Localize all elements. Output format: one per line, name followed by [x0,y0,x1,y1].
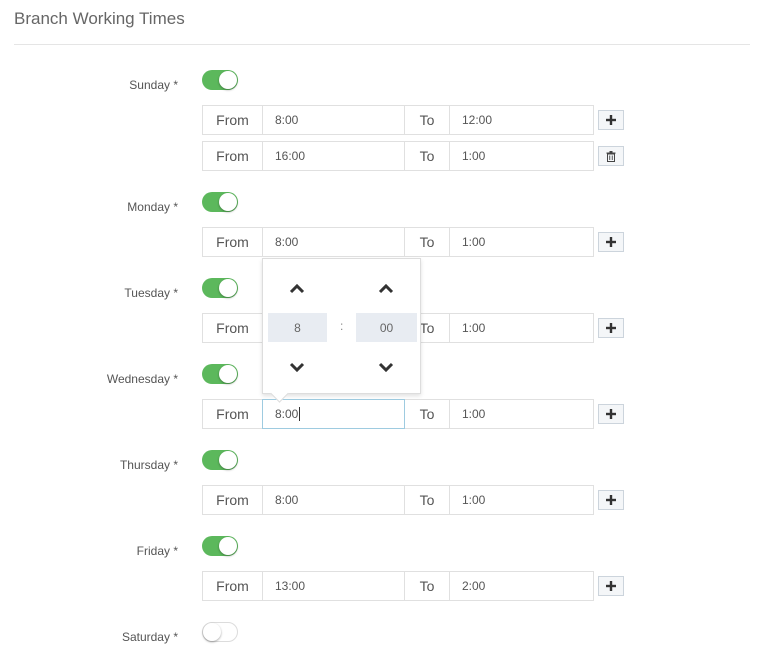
toggle-knob [219,193,237,211]
toggle-wednesday[interactable] [202,364,238,384]
time-range-row: From 13:00 To 2:00 [202,571,594,601]
from-time-input[interactable]: 13:00 [262,571,405,601]
toggle-sunday[interactable] [202,70,238,90]
minute-decrement-button[interactable] [374,359,398,375]
day-label-friday: Friday * [136,544,178,558]
to-time-input[interactable]: 1:00 [449,399,594,429]
from-time-input[interactable]: 8:00 [262,227,405,257]
toggle-knob [219,537,237,555]
from-label: From [202,485,263,515]
time-range-row: From 8:00 To 1:00 [202,485,594,515]
to-time-input[interactable]: 1:00 [449,227,594,257]
day-label-thursday: Thursday * [119,458,178,472]
toggle-knob [219,279,237,297]
to-label: To [404,485,450,515]
plus-icon [606,115,616,125]
to-time-input[interactable]: 12:00 [449,105,594,135]
toggle-friday[interactable] [202,536,238,556]
day-label-sunday: Sunday * [129,78,178,92]
section-title: Branch Working Times [14,9,185,28]
toggle-thursday[interactable] [202,450,238,470]
day-label-monday: Monday * [127,200,178,214]
from-label: From [202,571,263,601]
hour-decrement-button[interactable] [285,359,309,375]
chevron-up-icon [289,284,305,294]
minute-value[interactable]: 00 [356,313,417,342]
time-picker-popover: 8 : 00 [262,258,421,403]
to-time-input[interactable]: 1:00 [449,141,594,171]
from-label: From [202,313,263,343]
time-separator: : [340,319,344,333]
to-label: To [404,571,450,601]
chevron-down-icon [289,362,305,372]
from-time-input[interactable]: 8:00 [262,485,405,515]
toggle-knob [219,451,237,469]
to-time-input[interactable]: 1:00 [449,485,594,515]
hour-increment-button[interactable] [285,281,309,297]
from-time-value: 8:00 [275,407,299,421]
from-time-input[interactable]: 16:00 [262,141,405,171]
add-range-button[interactable] [598,318,624,338]
add-range-button[interactable] [598,404,624,424]
time-range-row: From 8:00 To 12:00 [202,105,594,135]
day-label-saturday: Saturday * [121,630,178,644]
divider [14,44,750,45]
day-label-tuesday: Tuesday * [124,286,178,300]
chevron-down-icon [378,362,394,372]
time-range-row: From 8:00 To 1:00 [202,227,594,257]
add-range-button[interactable] [598,232,624,252]
trash-icon [606,150,616,162]
from-label: From [202,399,263,429]
hour-value[interactable]: 8 [268,313,327,342]
from-label: From [202,227,263,257]
from-time-input[interactable]: 8:00 [262,399,405,429]
toggle-knob [203,623,221,641]
plus-icon [606,409,616,419]
to-label: To [404,399,450,429]
add-range-button[interactable] [598,110,624,130]
delete-range-button[interactable] [598,146,624,166]
add-range-button[interactable] [598,490,624,510]
add-range-button[interactable] [598,576,624,596]
day-label-wednesday: Wednesday * [106,372,178,386]
time-range-row: From 16:00 To 1:00 [202,141,594,171]
from-label: From [202,105,263,135]
to-time-input[interactable]: 1:00 [449,313,594,343]
to-label: To [404,227,450,257]
from-time-input[interactable]: 8:00 [262,105,405,135]
to-label: To [404,141,450,171]
toggle-monday[interactable] [202,192,238,212]
text-cursor [299,407,301,421]
plus-icon [606,237,616,247]
chevron-up-icon [378,284,394,294]
toggle-saturday[interactable] [202,622,238,642]
toggle-knob [219,71,237,89]
to-time-input[interactable]: 2:00 [449,571,594,601]
minute-increment-button[interactable] [374,281,398,297]
toggle-knob [219,365,237,383]
plus-icon [606,581,616,591]
plus-icon [606,495,616,505]
to-label: To [404,105,450,135]
time-range-row: From 8:00 To 1:00 [202,399,594,429]
toggle-tuesday[interactable] [202,278,238,298]
from-label: From [202,141,263,171]
plus-icon [606,323,616,333]
